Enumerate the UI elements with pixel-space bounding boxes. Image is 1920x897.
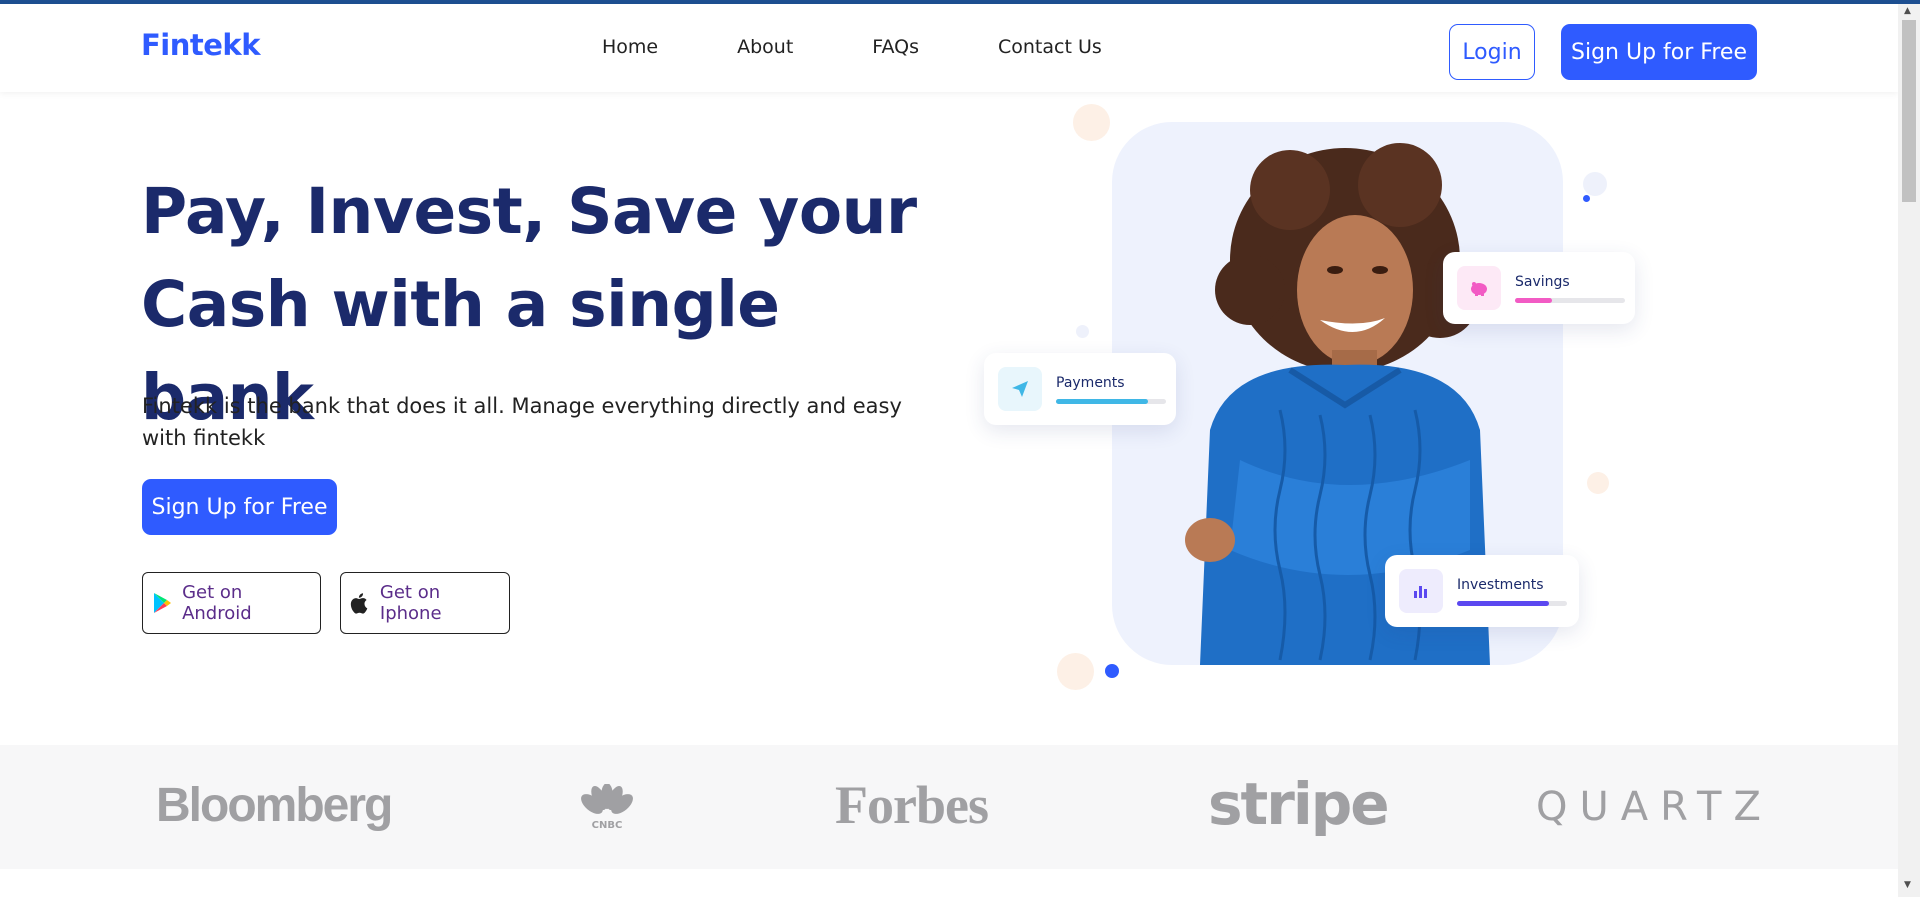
cnbc-logo: CNBC (578, 783, 636, 831)
payments-label: Payments (1056, 374, 1125, 391)
nav-about[interactable]: About (737, 36, 793, 58)
hero-subtitle: Fintekk is the bank that does it all. Ma… (142, 394, 902, 450)
get-on-iphone-button[interactable]: Get on Iphone (340, 572, 510, 634)
payments-progress-fill (1056, 398, 1149, 404)
investments-card: Investments (1385, 555, 1579, 627)
android-label: Get on Android (182, 582, 252, 624)
payments-body: Payments (1056, 375, 1166, 404)
signup-button-hero[interactable]: Sign Up for Free (142, 479, 337, 535)
login-button[interactable]: Login (1449, 24, 1535, 80)
logo[interactable]: Fintekk (141, 28, 261, 62)
decor-dot (1583, 172, 1607, 196)
savings-body: Savings (1515, 274, 1625, 303)
decor-dot (1587, 472, 1609, 494)
nav-contact[interactable]: Contact Us (998, 36, 1102, 58)
scroll-up-arrow-icon[interactable]: ▲ (1904, 6, 1911, 16)
bar-chart-icon (1399, 569, 1443, 613)
investments-label: Investments (1457, 576, 1544, 593)
payments-progress-track (1056, 398, 1166, 404)
decor-dot (1057, 653, 1094, 690)
savings-card: Savings (1443, 252, 1635, 324)
cnbc-wordmark: CNBC (592, 820, 623, 830)
payments-card: Payments (984, 353, 1176, 425)
investments-body: Investments (1457, 577, 1567, 606)
google-play-icon (151, 591, 172, 615)
investments-progress-track (1457, 600, 1567, 606)
main-nav: Home About FAQs Contact Us (602, 36, 1181, 58)
investments-progress-fill (1457, 600, 1550, 606)
signup-button-header[interactable]: Sign Up for Free (1561, 24, 1757, 80)
decor-dot (1105, 664, 1119, 678)
quartz-logo: QUARTZ (1536, 784, 1773, 830)
decor-dot (1583, 195, 1590, 202)
paper-plane-icon (998, 367, 1042, 411)
hero-title-line-1: Pay, Invest, Save your (141, 175, 917, 248)
forbes-logo: Forbes (835, 775, 989, 835)
navbar: Fintekk Home About FAQs Contact Us Login… (0, 4, 1898, 92)
decor-dot (1073, 104, 1110, 141)
scroll-down-arrow-icon[interactable]: ▼ (1904, 880, 1911, 890)
nav-faqs[interactable]: FAQs (872, 36, 919, 58)
savings-progress-track (1515, 297, 1625, 303)
nav-home[interactable]: Home (602, 36, 658, 58)
scrollbar-thumb[interactable] (1902, 20, 1916, 202)
savings-label: Savings (1515, 273, 1570, 290)
apple-icon (349, 591, 370, 615)
iphone-label: Get on Iphone (379, 582, 442, 624)
bloomberg-logo: Bloomberg (156, 779, 393, 832)
get-on-android-button[interactable]: Get on Android (142, 572, 321, 634)
stripe-logo: stripe (1208, 770, 1390, 838)
savings-progress-fill (1515, 297, 1553, 303)
decor-dot (1076, 325, 1089, 338)
piggy-bank-icon (1457, 266, 1501, 310)
